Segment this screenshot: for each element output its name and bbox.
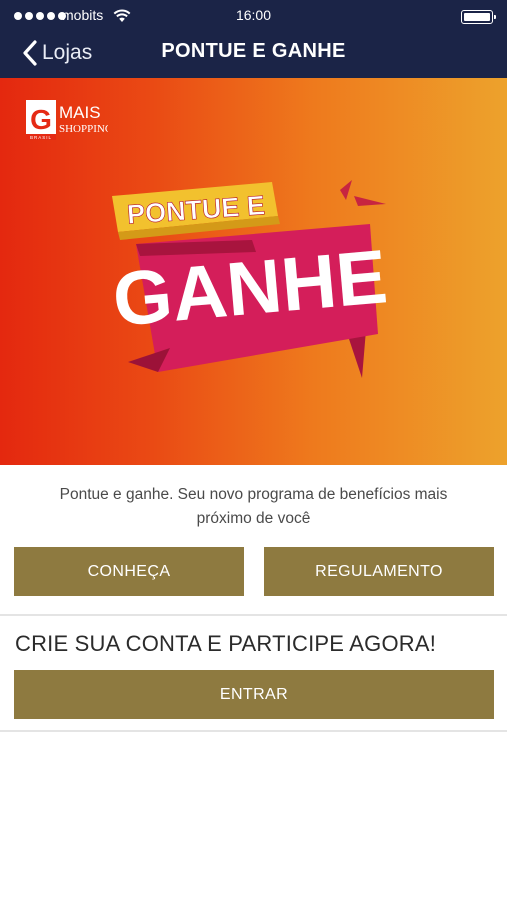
promo-banner: G BRASIL MAIS SHOPPING PONTUE E GANHE bbox=[0, 78, 507, 465]
battery-icon bbox=[461, 10, 496, 24]
status-time: 16:00 bbox=[235, 7, 272, 23]
signup-heading: CRIE SUA CONTA E PARTICIPE AGORA! bbox=[15, 631, 437, 656]
conheca-button[interactable]: CONHEÇA bbox=[14, 547, 244, 596]
regulamento-button[interactable]: REGULAMENTO bbox=[264, 547, 494, 596]
program-description: Pontue e ganhe. Seu novo programa de ben… bbox=[59, 486, 448, 527]
page-title: PONTUE E GANHE bbox=[161, 40, 346, 62]
section-divider bbox=[0, 614, 507, 616]
navigation-bar: mobits 16:00 Lojas PONTUE E GANHE bbox=[0, 0, 507, 78]
section-divider bbox=[0, 730, 507, 732]
pontue-e-ganhe-logo: PONTUE E GANHE bbox=[110, 180, 390, 378]
entrar-button[interactable]: ENTRAR bbox=[14, 670, 494, 719]
status-bar: mobits 16:00 bbox=[0, 0, 507, 32]
